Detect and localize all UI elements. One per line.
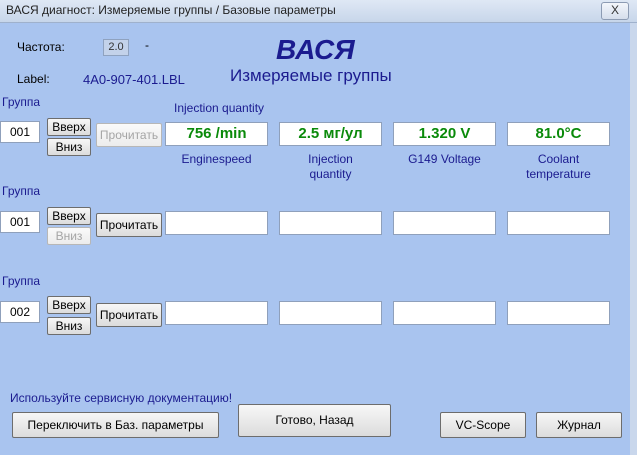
group-down-button[interactable]: Вниз	[47, 317, 91, 335]
page-subtitle: Измеряемые группы	[230, 66, 392, 85]
group-label: Группа	[2, 184, 41, 198]
value-field	[507, 301, 610, 325]
vc-scope-button[interactable]: VC-Scope	[440, 412, 526, 438]
read-button[interactable]: Прочитать	[96, 303, 162, 327]
value-field: 81.0°C	[507, 122, 610, 146]
value-caption: Enginespeed	[181, 152, 252, 166]
value-caption: G149 Voltage	[408, 152, 481, 166]
value-field	[507, 211, 610, 235]
value-field: 2.5 мг/ул	[279, 122, 382, 146]
group-number-input[interactable]: 001	[0, 121, 40, 143]
window-title: ВАСЯ диагност: Измеряемые группы / Базов…	[6, 3, 336, 17]
group-up-button[interactable]: Вверх	[47, 296, 91, 314]
value-field	[279, 301, 382, 325]
group-down-button[interactable]: Вниз	[47, 227, 91, 245]
app-logo-title: ВАСЯ	[276, 34, 355, 65]
close-button[interactable]: X	[601, 2, 629, 20]
value-caption: Coolant temperature	[526, 152, 591, 181]
main-panel: Частота: 2.0 - Label: 4A0-907-401.LBL ВА…	[0, 23, 630, 455]
value-field: 756 /min	[165, 122, 268, 146]
value-field	[393, 301, 496, 325]
group-label: Группа	[2, 95, 41, 109]
value-field	[279, 211, 382, 235]
group-number-input[interactable]: 001	[0, 211, 40, 233]
group-number-input[interactable]: 002	[0, 301, 40, 323]
value-field	[165, 211, 268, 235]
service-notice: Используйте сервисную документацию!	[10, 391, 233, 405]
group-down-button[interactable]: Вниз	[47, 138, 91, 156]
value-field	[393, 211, 496, 235]
frequency-value: 2.0	[103, 39, 129, 56]
group-up-button[interactable]: Вверх	[47, 118, 91, 136]
value-caption: Injection quantity	[308, 152, 353, 181]
switch-basic-params-button[interactable]: Переключить в Баз. параметры	[12, 412, 219, 438]
group-label: Группа	[2, 274, 41, 288]
value-field: 1.320 V	[393, 122, 496, 146]
label-file: 4A0-907-401.LBL	[83, 72, 185, 87]
frequency-label: Частота:	[17, 40, 65, 54]
done-back-button[interactable]: Готово, Назад	[238, 404, 391, 437]
group-up-button[interactable]: Вверх	[47, 207, 91, 225]
value-field	[165, 301, 268, 325]
journal-button[interactable]: Журнал	[536, 412, 622, 438]
window-frame	[630, 23, 637, 455]
title-bar: ВАСЯ диагност: Измеряемые группы / Базов…	[0, 0, 637, 23]
frequency-dash: -	[145, 38, 149, 52]
group-title-injection: Injection quantity	[174, 101, 265, 115]
label-caption: Label:	[17, 72, 50, 86]
read-button[interactable]: Прочитать	[96, 213, 162, 237]
read-button[interactable]: Прочитать	[96, 123, 162, 147]
